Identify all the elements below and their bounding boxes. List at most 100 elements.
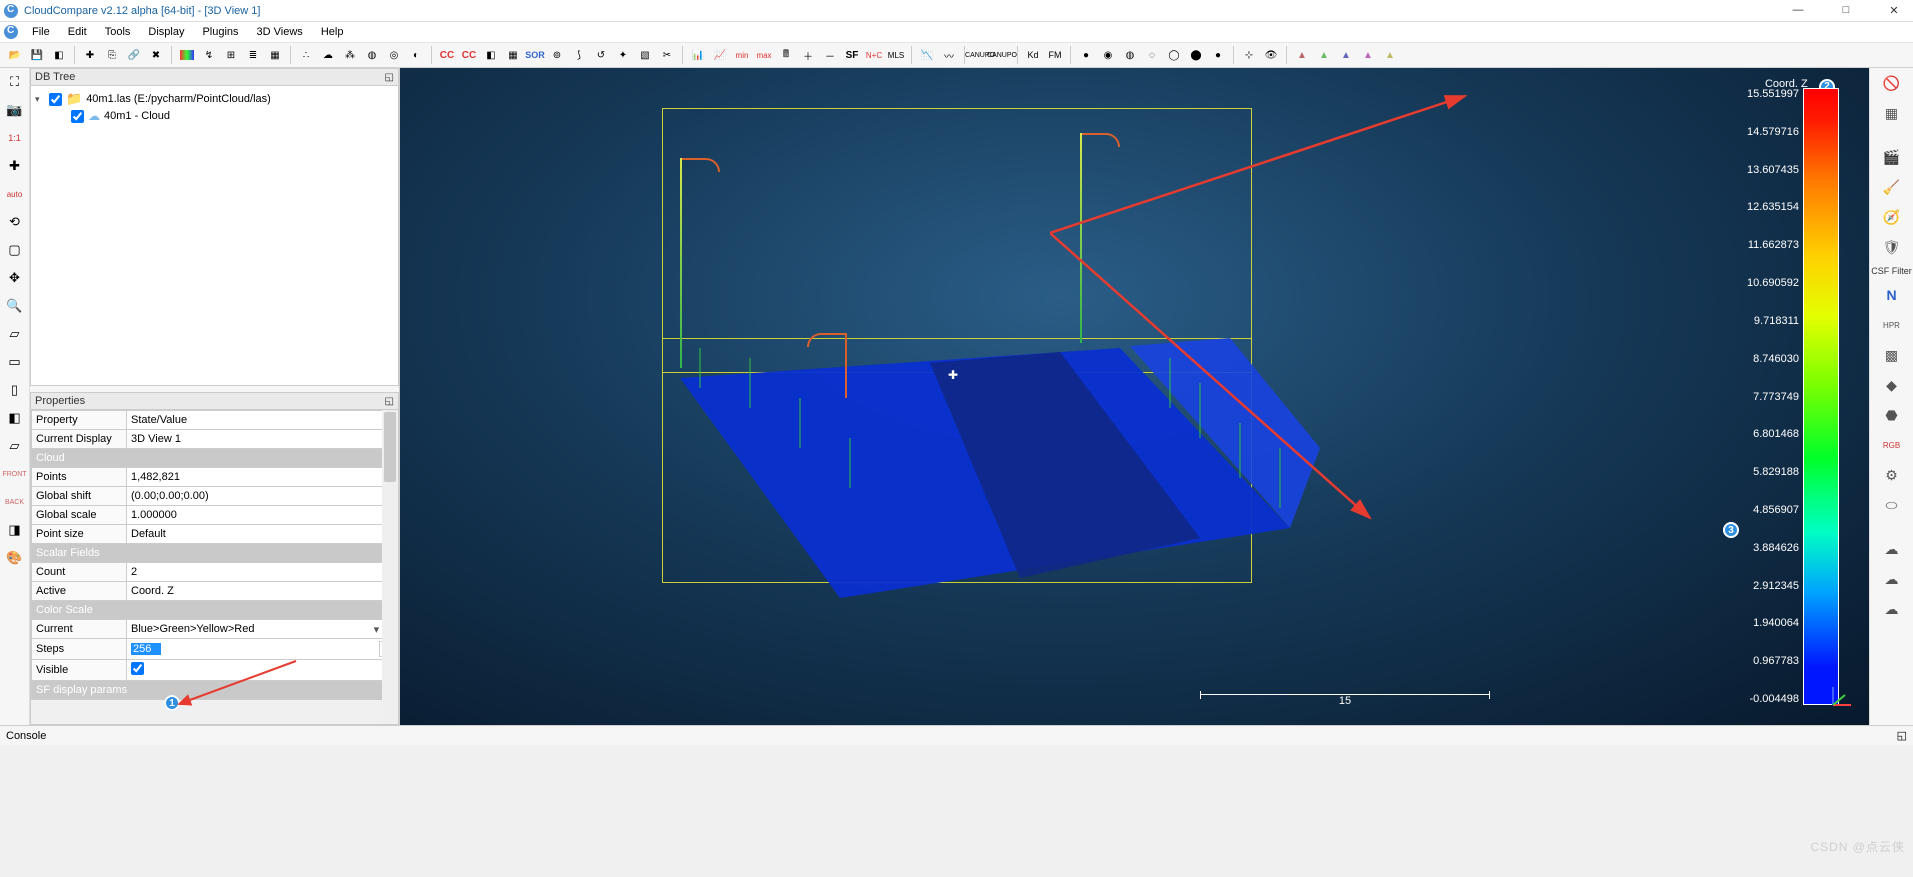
tree-child-checkbox[interactable]	[71, 110, 84, 123]
scale11-icon[interactable]: 1:1	[5, 128, 25, 148]
menu-display[interactable]: Display	[140, 24, 192, 40]
3d-view[interactable]: ✚ Coord. Z 2 15.55199714.57971613.607435…	[400, 68, 1869, 725]
plugin-compass-icon[interactable]: 🧭	[1881, 206, 1903, 228]
section-icon[interactable]: ▧	[636, 46, 654, 64]
delete-icon[interactable]: ✖	[147, 46, 165, 64]
props-value[interactable]: Blue>Green>Yellow>Red	[131, 623, 374, 635]
tree-child-label[interactable]: 40m1 - Cloud	[104, 110, 170, 122]
pick-center-icon[interactable]: ✚	[5, 156, 25, 176]
auto-icon[interactable]: auto	[5, 184, 25, 204]
cc2-icon[interactable]: CC	[460, 46, 478, 64]
plugin-broom-icon[interactable]: 🧹	[1881, 176, 1903, 198]
pick-icon[interactable]: ✚	[81, 46, 99, 64]
visible-checkbox[interactable]	[131, 662, 144, 675]
globe5-icon[interactable]: ◯	[1165, 46, 1183, 64]
mesh-icon[interactable]: ▦	[266, 46, 284, 64]
iso2-icon[interactable]: ◨	[5, 520, 25, 540]
plugin-gear-icon[interactable]: ⚙	[1881, 464, 1903, 486]
menu-file[interactable]: File	[24, 24, 58, 40]
steps-input[interactable]	[131, 643, 161, 655]
profile2-icon[interactable]: 〰	[940, 46, 958, 64]
plugin-poisson-icon[interactable]: ⬣	[1881, 404, 1903, 426]
save-icon[interactable]: 💾	[28, 46, 46, 64]
front-icon[interactable]: FRONT	[5, 464, 25, 484]
props-value[interactable]: Default	[131, 528, 387, 540]
cube-icon[interactable]: ◧	[482, 46, 500, 64]
mls-icon[interactable]: MLS	[887, 46, 905, 64]
plugin-cloud3-icon[interactable]: ☁	[1881, 598, 1903, 620]
list-icon[interactable]: ≣	[244, 46, 262, 64]
plugin-shield-icon[interactable]: 🛡	[1881, 236, 1903, 258]
canupo2-icon[interactable]: CANUPO	[993, 46, 1011, 64]
window-close[interactable]: ✕	[1879, 4, 1909, 17]
view-side-icon[interactable]: ▯	[5, 380, 25, 400]
menu-edit[interactable]: Edit	[60, 24, 95, 40]
kd-icon[interactable]: Kd	[1024, 46, 1042, 64]
tree-root-label[interactable]: 40m1.las (E:/pycharm/PointCloud/las)	[86, 93, 271, 105]
dbtree-undock-icon[interactable]: ◱	[385, 72, 394, 83]
menu-help[interactable]: Help	[313, 24, 352, 40]
octree-icon[interactable]: ⊞	[222, 46, 240, 64]
plugin-hpr-icon[interactable]: HPR	[1881, 314, 1903, 336]
console-undock-icon[interactable]: ◱	[1897, 729, 1907, 742]
globe6-icon[interactable]: ⬤	[1187, 46, 1205, 64]
plugin-srs-icon[interactable]: ⬭	[1881, 494, 1903, 516]
sample-icon[interactable]: ∴	[297, 46, 315, 64]
grid-icon[interactable]: ▦	[504, 46, 522, 64]
subsample-icon[interactable]: ⁂	[341, 46, 359, 64]
view-bottom-icon[interactable]: ▱	[5, 436, 25, 456]
dropdown-icon[interactable]: ▾	[374, 623, 380, 636]
menu-plugins[interactable]: Plugins	[194, 24, 246, 40]
colors2-icon[interactable]: 🎨	[5, 548, 25, 568]
back-icon[interactable]: BACK	[5, 492, 25, 512]
open-icon[interactable]: 📂	[6, 46, 24, 64]
calc-icon[interactable]: 🖩	[777, 46, 795, 64]
contour-icon[interactable]: ⊚	[548, 46, 566, 64]
align-icon[interactable]: ◎	[385, 46, 403, 64]
plugin-animation-icon[interactable]: 🎬	[1881, 146, 1903, 168]
sf-icon[interactable]: SF	[843, 46, 861, 64]
del-icon[interactable]: －	[821, 46, 839, 64]
histogram-icon[interactable]: 📊	[689, 46, 707, 64]
unroll-icon[interactable]: ↺	[592, 46, 610, 64]
crop-icon[interactable]: ✂	[658, 46, 676, 64]
plugin-cloud1-icon[interactable]: ☁	[1881, 538, 1903, 560]
add-icon[interactable]: ＋	[799, 46, 817, 64]
cc-icon[interactable]: CC	[438, 46, 456, 64]
normals-icon[interactable]: ↯	[200, 46, 218, 64]
tree-root-checkbox[interactable]	[49, 93, 62, 106]
menu-tools[interactable]: Tools	[97, 24, 139, 40]
max-icon[interactable]: max	[755, 46, 773, 64]
point-icon[interactable]: ⊹	[1240, 46, 1258, 64]
properties-scrollbar[interactable]	[382, 410, 398, 724]
rotate-icon[interactable]: ⟲	[5, 212, 25, 232]
box-icon[interactable]: ▢	[5, 240, 25, 260]
profile-icon[interactable]: 📉	[918, 46, 936, 64]
window-maximize[interactable]: □	[1831, 4, 1861, 17]
fullscreen-icon[interactable]: ⛶	[5, 72, 25, 92]
view-iso-icon[interactable]: ◧	[5, 408, 25, 428]
globe3-icon[interactable]: ◍	[1121, 46, 1139, 64]
tree-collapse-icon[interactable]: ▾	[35, 94, 45, 105]
plugin-pcv-icon[interactable]: ▦	[1881, 102, 1903, 124]
clone-icon[interactable]: ⎘	[103, 46, 121, 64]
plugin-cloud2-icon[interactable]: ☁	[1881, 568, 1903, 590]
props-value[interactable]: Coord. Z	[131, 585, 387, 597]
view-front-icon[interactable]: ▭	[5, 352, 25, 372]
globe4-icon[interactable]: ◌	[1143, 46, 1161, 64]
globe1-icon[interactable]: ●	[1077, 46, 1095, 64]
fm-icon[interactable]: FM	[1046, 46, 1064, 64]
nc-icon[interactable]: N+C	[865, 46, 883, 64]
compass-icon[interactable]: ✦	[614, 46, 632, 64]
plugin-rgb-icon[interactable]: RGB	[1881, 434, 1903, 456]
view-icon[interactable]: 👁	[1262, 46, 1280, 64]
ransac3-icon[interactable]: ▲	[1337, 46, 1355, 64]
camera-icon[interactable]: 📷	[5, 100, 25, 120]
view-top-icon[interactable]: ▱	[5, 324, 25, 344]
fit2-icon[interactable]: ⟆	[570, 46, 588, 64]
min-icon[interactable]: min	[733, 46, 751, 64]
translate-icon[interactable]: ✥	[5, 268, 25, 288]
ransac2-icon[interactable]: ▲	[1315, 46, 1333, 64]
plugin-pcv2-icon[interactable]: ◆	[1881, 374, 1903, 396]
link-icon[interactable]: 🔗	[125, 46, 143, 64]
